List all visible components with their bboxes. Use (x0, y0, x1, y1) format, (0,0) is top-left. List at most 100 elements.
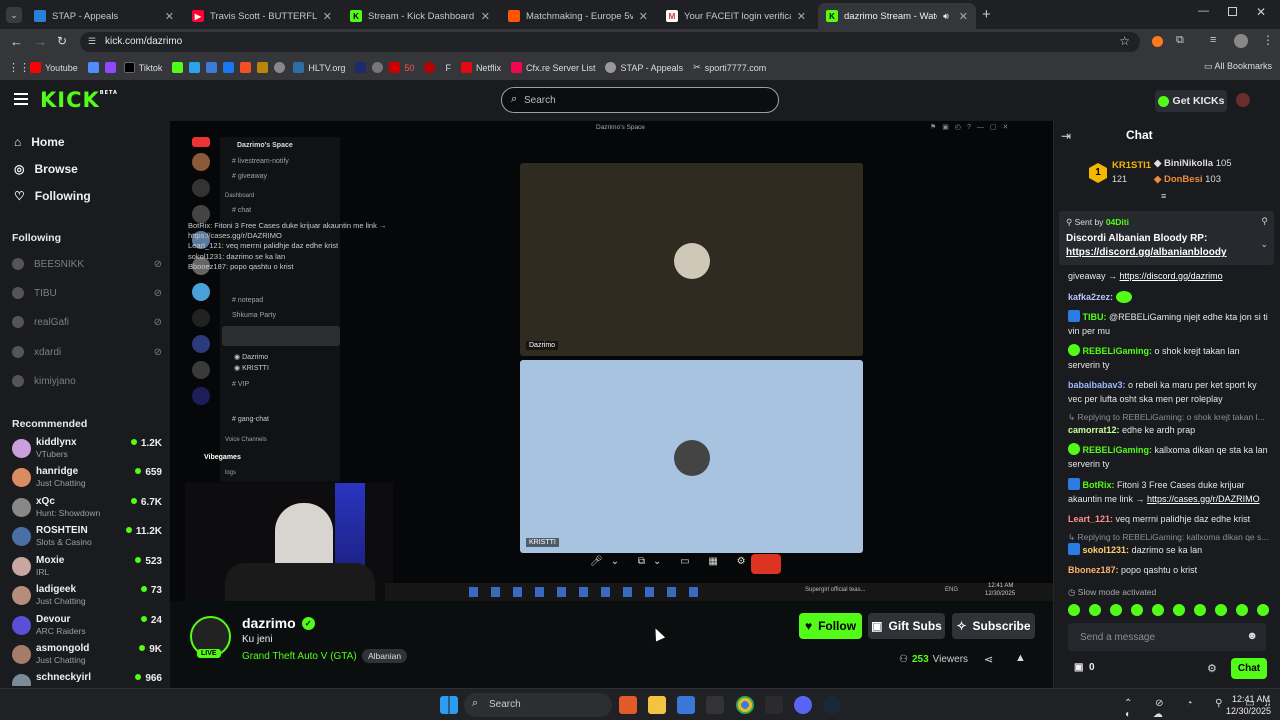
profile-avatar[interactable] (1234, 34, 1248, 48)
following-item[interactable]: xdardi ⊘ (12, 346, 162, 358)
twitch-icon[interactable] (104, 62, 116, 73)
close-tab-icon[interactable]: ✕ (797, 10, 806, 23)
following-item[interactable]: TIBU ⊘ (12, 287, 162, 299)
emote-icon[interactable] (1152, 604, 1164, 616)
chevron-down-icon[interactable]: ⌄ (1260, 239, 1268, 250)
apps-grid-icon[interactable]: ⋮⋮ (8, 61, 30, 74)
close-tab-icon[interactable]: ✕ (639, 10, 648, 23)
bookmark-sporti[interactable]: ✂ sporti7777.com (693, 62, 766, 73)
kick-logo[interactable]: KICKBETA (40, 88, 118, 112)
streamer-name[interactable]: dazrimo (242, 615, 296, 631)
collapse-chat-icon[interactable]: ⇥ (1061, 129, 1071, 143)
chat-input[interactable]: Send a message ☻ (1068, 623, 1266, 651)
extension-icon[interactable] (1152, 36, 1163, 47)
leaderboard-name[interactable]: KR1STI1 (1112, 160, 1151, 171)
quick-emote-bar[interactable] (1068, 604, 1269, 616)
recommended-item[interactable]: ladigeek Just Chatting 73 (12, 584, 162, 610)
following-item[interactable]: realGafi ⊘ (12, 316, 162, 328)
microsoft-icon[interactable] (240, 62, 252, 73)
speaker-icon[interactable]: 🔊︎ (943, 11, 949, 22)
bookmark-tiktok[interactable]: Tiktok (123, 62, 162, 73)
notification-bell-icon[interactable]: ♫ (1264, 698, 1272, 709)
taskbar-search[interactable]: ⌕ Search (464, 693, 612, 717)
chat-send-button[interactable]: Chat (1231, 658, 1267, 679)
emote-icon[interactable] (1257, 604, 1269, 616)
globe-icon[interactable] (274, 62, 286, 73)
file-explorer-icon[interactable] (648, 696, 666, 714)
emote-icon[interactable] (1068, 604, 1080, 616)
stream-video-player[interactable]: Dazrimo's Space ⚑▣◴?—▢✕ Dazrimo's Space … (170, 121, 1053, 601)
leaderboard-entry[interactable]: ◆ BiniNikolla 105 (1154, 158, 1232, 169)
shield-app-icon[interactable] (619, 696, 637, 714)
chat-username[interactable]: babaibabav3: (1068, 380, 1126, 390)
close-tab-icon[interactable]: ✕ (323, 10, 332, 23)
bookmark-icon[interactable] (424, 62, 436, 73)
chat-username[interactable]: REBELiGaming: (1083, 445, 1153, 455)
expand-leaderboard-icon[interactable]: ≡ (1161, 191, 1166, 201)
facebook-icon[interactable] (223, 62, 235, 73)
chat-username[interactable]: sokol1231: (1083, 545, 1130, 555)
chat-username[interactable]: BotRix: (1083, 480, 1115, 490)
bookmark-hltv[interactable]: HLTV.org (293, 62, 345, 73)
browser-tab[interactable]: M Your FACEIT login verification code✕ (658, 3, 814, 29)
bookmark-youtube[interactable]: Youtube (30, 62, 78, 73)
windows-start-icon[interactable] (440, 696, 458, 714)
emote-icon[interactable] (1236, 604, 1248, 616)
share-icon[interactable]: ⋖ (984, 653, 993, 666)
leaderboard-entry[interactable]: ◆ DonBesi 103 (1154, 174, 1221, 185)
reply-context[interactable]: ↳ Replying to REBELiGaming: o shok krejt… (1068, 412, 1268, 423)
kick-bookmark-icon[interactable] (172, 62, 184, 73)
browser-tab[interactable]: STAP - Appeals ✕ (26, 3, 182, 29)
nav-browse[interactable]: ◎ Browse (14, 162, 78, 176)
forward-icon[interactable]: → (34, 34, 47, 49)
epic-games-icon[interactable] (706, 696, 724, 714)
back-icon[interactable]: ← (10, 34, 23, 49)
gift-subs-button[interactable]: ▣ Gift Subs (868, 613, 945, 639)
close-tab-icon[interactable]: ✕ (959, 10, 968, 23)
discord-icon[interactable] (794, 696, 812, 714)
chat-username[interactable]: kafka2zez: (1068, 292, 1113, 302)
close-tab-icon[interactable]: ✕ (481, 10, 490, 23)
chrome-icon[interactable] (736, 696, 754, 714)
browser-menu-icon[interactable]: ⋮ (1262, 33, 1274, 47)
message-link[interactable]: https://discord.gg/dazrimo (1120, 271, 1223, 281)
user-avatar[interactable] (1236, 93, 1250, 107)
unpin-icon[interactable]: ⚲ (1261, 216, 1268, 227)
recommended-item[interactable]: kiddlynx VTubers 1.2K (12, 437, 162, 463)
extensions-puzzle-icon[interactable]: ⧉ (1176, 34, 1184, 47)
recommended-item[interactable]: asmongold Just Chatting 9K (12, 643, 162, 669)
minimize-button[interactable]: — (1198, 5, 1209, 17)
stream-tag[interactable]: Albanian (362, 649, 408, 663)
nav-following[interactable]: ♡ Following (14, 189, 91, 203)
emote-icon[interactable] (1089, 604, 1101, 616)
chat-username[interactable]: camorrat12: (1068, 425, 1120, 435)
media-control-icon[interactable]: ≡ (1210, 34, 1216, 46)
chat-username[interactable]: REBELiGaming: (1083, 346, 1153, 356)
bookmark-icon[interactable] (206, 62, 218, 73)
all-bookmarks[interactable]: ▭ All Bookmarks (1204, 61, 1272, 72)
bookmark-icon[interactable] (189, 62, 201, 73)
chat-username[interactable]: TIBU: (1083, 312, 1107, 322)
emote-icon[interactable] (1110, 604, 1122, 616)
chat-username[interactable]: Leart_121: (1068, 514, 1113, 524)
reply-context[interactable]: ↳ Replying to REBELiGaming: kallxoma dik… (1068, 532, 1268, 543)
recommended-item[interactable]: xQc Hunt: Showdown 6.7K (12, 496, 162, 522)
bookmark-stap[interactable]: STAP - Appeals (605, 62, 683, 73)
emote-icon[interactable] (1173, 604, 1185, 616)
recommended-item[interactable]: ROSHTEIN Slots & Casino 11.2K (12, 525, 162, 551)
browser-tab-active[interactable]: K dazrimo Stream - Watch Live 🔊︎✕ (818, 3, 976, 29)
bookmark-icon[interactable] (372, 62, 384, 73)
message-link[interactable]: https://cases.gg/r/DAZRIMO (1147, 494, 1260, 504)
following-item[interactable]: BEESNIKK ⊘ (12, 258, 162, 270)
steam-icon[interactable] (823, 696, 841, 714)
maximize-button[interactable] (1228, 7, 1237, 16)
bookmark-icon[interactable] (87, 62, 99, 73)
browser-tab[interactable]: ▶ Travis Scott - BUTTERFLY EFFECT✕ (184, 3, 340, 29)
recommended-item[interactable]: schneckyirl 966 (12, 672, 162, 686)
bookmark-cfx[interactable]: Cfx.re Server List (510, 62, 595, 73)
follow-button[interactable]: ♥ Follow (799, 613, 862, 639)
recommended-item[interactable]: hanridge Just Chatting 659 (12, 466, 162, 492)
bookmark-star-icon[interactable]: ☆ (1119, 34, 1130, 48)
hamburger-menu-icon[interactable] (14, 93, 28, 105)
browser-tab[interactable]: Matchmaking - Europe 5v5 Queue ✕ (500, 3, 656, 29)
